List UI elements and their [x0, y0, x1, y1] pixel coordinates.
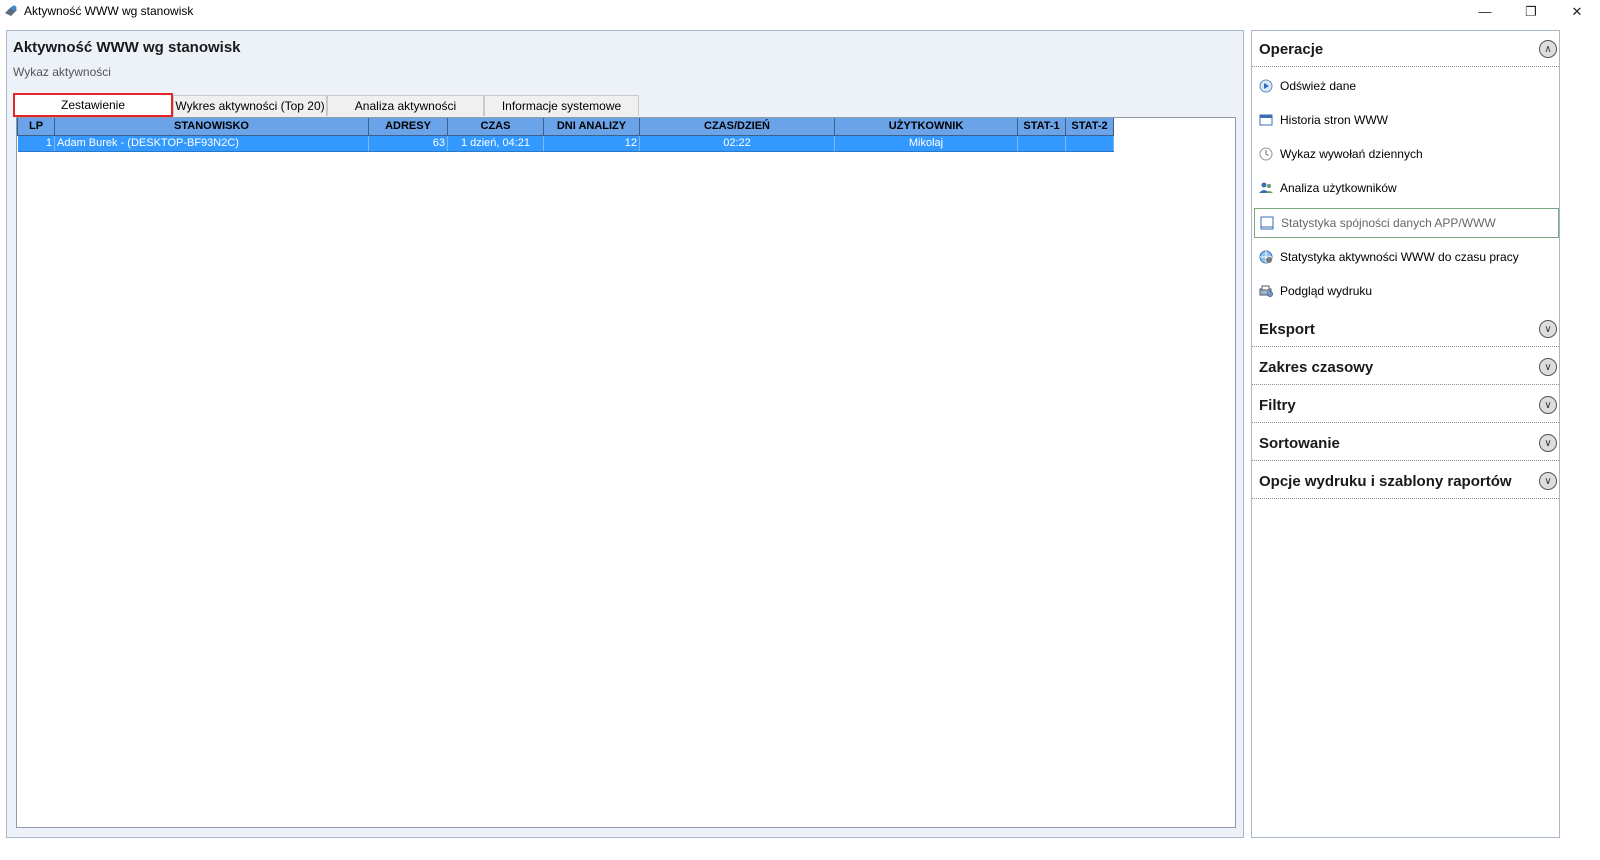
collapse-icon[interactable]: ∧: [1539, 40, 1557, 58]
column-header-stat2[interactable]: STAT-2: [1065, 118, 1114, 136]
column-header-stat1[interactable]: STAT-1: [1017, 118, 1066, 136]
column-header-czas-dzien[interactable]: CZAS/DZIEŃ: [639, 118, 835, 136]
cell-dni-analizy: 12: [543, 135, 640, 152]
op-label: Analiza użytkowników: [1280, 181, 1397, 195]
maximize-button[interactable]: ❐: [1508, 0, 1554, 23]
print-preview-icon: [1258, 283, 1274, 299]
title-bar: Aktywność WWW wg stanowisk — ❐ ✕: [0, 0, 1600, 23]
cell-uzytkownik: Mikolaj: [834, 135, 1018, 152]
task-pane: Operacje ∧ Odśwież dane Historia stron W…: [1251, 30, 1560, 838]
section-sortowanie[interactable]: Sortowanie ∨: [1252, 425, 1559, 461]
browser-window-icon: [1258, 112, 1274, 128]
section-title-eksport: Eksport: [1259, 321, 1315, 338]
column-header-lp[interactable]: LP: [17, 118, 55, 136]
cell-adresy: 63: [368, 135, 448, 152]
users-icon: [1258, 180, 1274, 196]
expand-icon[interactable]: ∨: [1539, 358, 1557, 376]
op-label: Historia stron WWW: [1280, 113, 1388, 127]
op-label: Statystyka spójności danych APP/WWW: [1281, 216, 1496, 230]
tab-informacje-systemowe[interactable]: Informacje systemowe: [484, 95, 639, 116]
section-operacje[interactable]: Operacje ∧: [1252, 31, 1559, 67]
cell-stat2: [1065, 135, 1114, 152]
cell-lp: 1: [17, 135, 55, 152]
column-header-adresy[interactable]: ADRESY: [368, 118, 448, 136]
op-odswiez-dane[interactable]: Odśwież dane: [1254, 71, 1559, 101]
section-title-sortowanie: Sortowanie: [1259, 435, 1340, 452]
column-header-dni-analizy[interactable]: DNI ANALIZY: [543, 118, 640, 136]
section-title-zakres-czasowy: Zakres czasowy: [1259, 359, 1374, 376]
expand-icon[interactable]: ∨: [1539, 472, 1557, 490]
section-title-filtry: Filtry: [1259, 397, 1296, 414]
activity-table: LP STANOWISKO ADRESY CZAS DNI ANALIZY CZ…: [17, 118, 1114, 152]
op-label: Statystyka aktywności WWW do czasu pracy: [1280, 250, 1519, 264]
globe-gear-icon: [1258, 249, 1274, 265]
op-historia-stron[interactable]: Historia stron WWW: [1254, 105, 1559, 135]
op-label: Podgląd wydruku: [1280, 284, 1373, 298]
cell-czas-dzien: 02:22: [639, 135, 835, 152]
op-label: Odśwież dane: [1280, 79, 1357, 93]
cell-czas: 1 dzień, 04:21: [447, 135, 544, 152]
window-title: Aktywność WWW wg stanowisk: [24, 4, 194, 18]
column-header-stanowisko[interactable]: STANOWISKO: [54, 118, 369, 136]
section-title-operacje: Operacje: [1259, 41, 1324, 58]
cell-stanowisko: Adam Burek - (DESKTOP-BF93N2C): [54, 135, 369, 152]
column-header-uzytkownik[interactable]: UŻYTKOWNIK: [834, 118, 1018, 136]
expand-icon[interactable]: ∨: [1539, 434, 1557, 452]
refresh-play-icon: [1258, 78, 1274, 94]
section-title-opcje-wydruku: Opcje wydruku i szablony raportów: [1259, 473, 1512, 490]
table-container: LP STANOWISKO ADRESY CZAS DNI ANALIZY CZ…: [16, 117, 1236, 828]
main-panel: Aktywność WWW wg stanowisk Wykaz aktywno…: [6, 30, 1244, 838]
window-stats-icon: [1259, 215, 1275, 231]
minimize-button[interactable]: —: [1462, 0, 1508, 23]
tab-zestawienie[interactable]: Zestawienie: [13, 93, 173, 117]
table-row[interactable]: 1 Adam Burek - (DESKTOP-BF93N2C) 63 1 dz…: [17, 135, 1114, 152]
op-wykaz-wywolan[interactable]: Wykaz wywołań dziennych: [1254, 139, 1559, 169]
op-label: Wykaz wywołań dziennych: [1280, 147, 1423, 161]
expand-icon[interactable]: ∨: [1539, 396, 1557, 414]
section-eksport[interactable]: Eksport ∨: [1252, 311, 1559, 347]
op-statystyka-spojnosci[interactable]: Statystyka spójności danych APP/WWW: [1254, 208, 1559, 238]
section-zakres-czasowy[interactable]: Zakres czasowy ∨: [1252, 349, 1559, 385]
page-subtitle: Wykaz aktywności: [13, 65, 111, 79]
column-header-czas[interactable]: CZAS: [447, 118, 544, 136]
clock-icon: [1258, 146, 1274, 162]
app-icon: [4, 4, 18, 18]
section-filtry[interactable]: Filtry ∨: [1252, 387, 1559, 423]
table-header-row: LP STANOWISKO ADRESY CZAS DNI ANALIZY CZ…: [17, 118, 1114, 136]
op-analiza-uzytkownikow[interactable]: Analiza użytkowników: [1254, 173, 1559, 203]
close-button[interactable]: ✕: [1554, 0, 1600, 23]
tab-analiza-aktywnosci[interactable]: Analiza aktywności: [327, 95, 484, 116]
page-title: Aktywność WWW wg stanowisk: [13, 39, 241, 56]
tab-wykres-aktywnosci[interactable]: Wykres aktywności (Top 20): [173, 95, 327, 116]
op-statystyka-aktywnosci[interactable]: Statystyka aktywności WWW do czasu pracy: [1254, 242, 1559, 272]
expand-icon[interactable]: ∨: [1539, 320, 1557, 338]
section-opcje-wydruku[interactable]: Opcje wydruku i szablony raportów ∨: [1252, 463, 1559, 499]
cell-stat1: [1017, 135, 1066, 152]
op-podglad-wydruku[interactable]: Podgląd wydruku: [1254, 276, 1559, 306]
